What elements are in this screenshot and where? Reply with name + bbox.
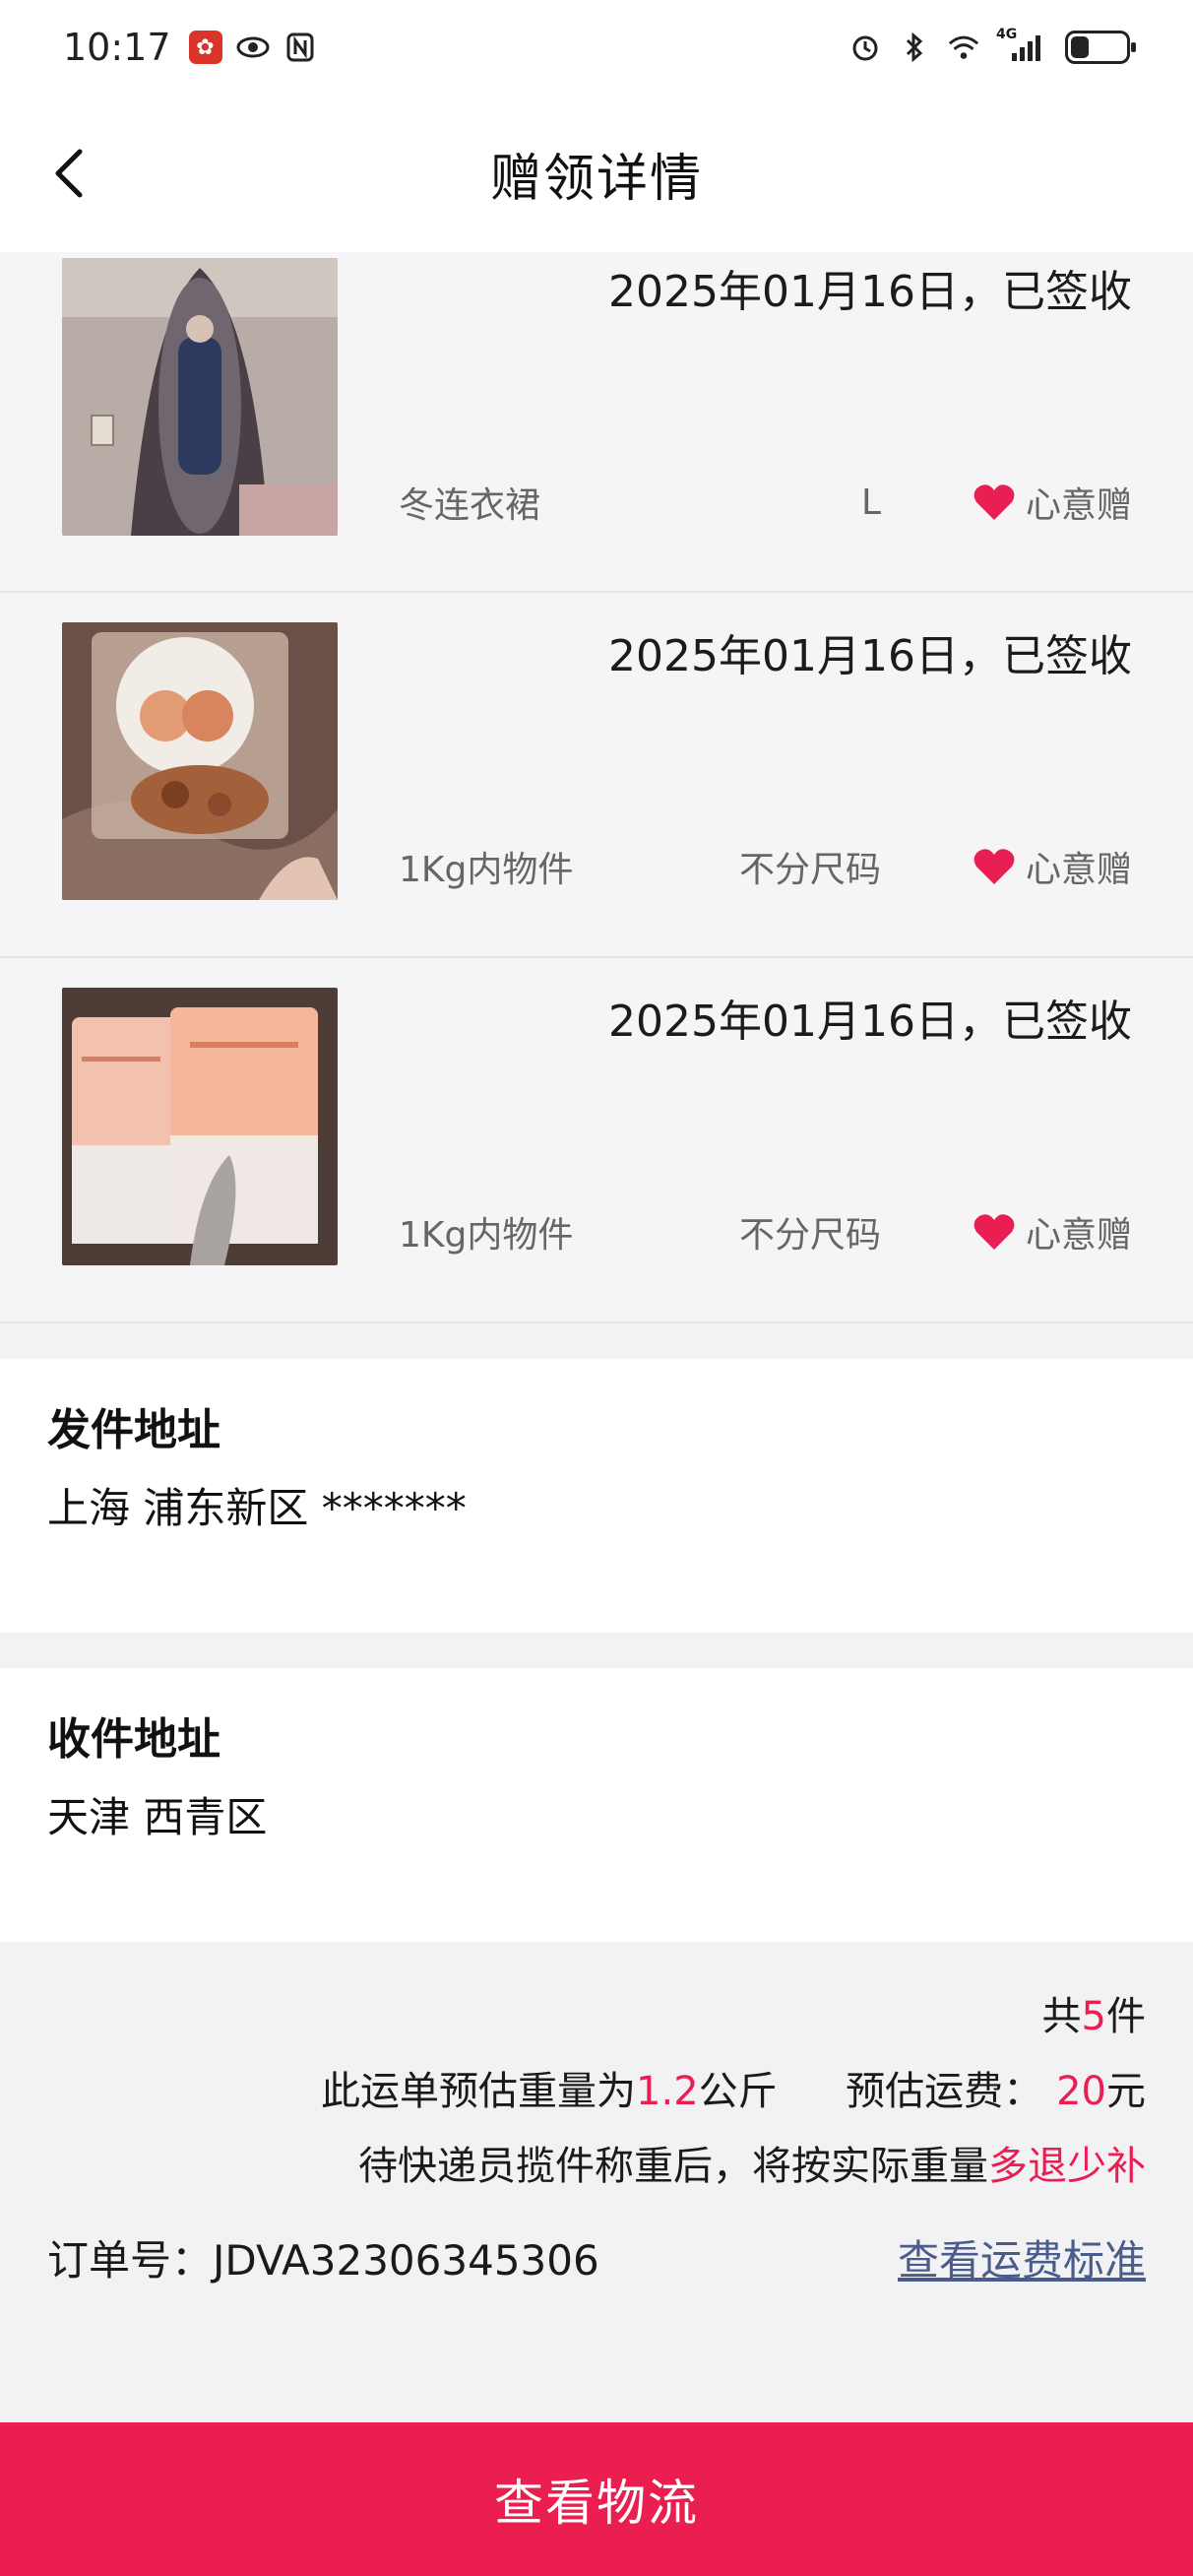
sender-address-card: 发件地址 上海 浦东新区 ******* bbox=[0, 1359, 1193, 1633]
item-info-row: 冬连衣裙 L 心意赠 bbox=[399, 477, 1132, 528]
signal-icon: 4G bbox=[996, 27, 1049, 64]
receiver-address-text: 天津 西青区 bbox=[47, 1793, 268, 1841]
weight-fee-line: 此运单预估重量为1.2公斤 预估运费： 20元 bbox=[47, 2054, 1146, 2129]
count-suffix: 件 bbox=[1106, 1994, 1146, 2039]
heart-icon bbox=[973, 484, 1015, 520]
status-bar: 10:17 ✿ 4G bbox=[0, 0, 1193, 95]
app-notification-icon: ✿ bbox=[188, 31, 222, 64]
order-row: 订单号：JDVA32306345306 查看运费标准 bbox=[47, 2208, 1146, 2306]
item-name: 1Kg内物件 bbox=[399, 1215, 574, 1256]
gift-tag: 心意赠 bbox=[973, 477, 1132, 528]
battery-icon bbox=[1065, 31, 1136, 64]
item-count-line: 共5件 bbox=[47, 1979, 1146, 2054]
eye-icon bbox=[236, 31, 270, 64]
item-photo[interactable] bbox=[62, 258, 338, 536]
gift-item-list: 2025年01月16日，已签收 冬连衣裙 L 心意赠 2025年01月16日，已… bbox=[0, 252, 1193, 1323]
alarm-icon bbox=[848, 31, 882, 64]
gift-tag-label: 心意赠 bbox=[1025, 485, 1132, 526]
item-photo[interactable] bbox=[62, 988, 338, 1265]
item-date-status: 2025年01月16日，已签收 bbox=[608, 267, 1132, 317]
fee-standard-link[interactable]: 查看运费标准 bbox=[898, 2227, 1146, 2287]
item-name: 1Kg内物件 bbox=[399, 850, 574, 890]
count-prefix: 共 bbox=[1041, 1994, 1082, 2039]
item-size: 不分尺码 bbox=[738, 1215, 881, 1256]
item-size: L bbox=[860, 482, 881, 523]
fee-value: 20 bbox=[1056, 2069, 1106, 2114]
item-info-row: 1Kg内物件 不分尺码 心意赠 bbox=[399, 841, 1132, 892]
count-value: 5 bbox=[1081, 1994, 1106, 2039]
network-type: 4G bbox=[996, 27, 1018, 42]
back-button[interactable] bbox=[39, 144, 98, 203]
notice-text: 待快递员揽件称重后，将按实际重量 bbox=[358, 2144, 988, 2189]
fee-unit: 元 bbox=[1106, 2069, 1146, 2114]
status-left-icons: ✿ bbox=[188, 31, 317, 64]
notice-accent: 多退少补 bbox=[988, 2144, 1146, 2189]
gift-item[interactable]: 2025年01月16日，已签收 1Kg内物件 不分尺码 心意赠 bbox=[0, 958, 1193, 1323]
nfc-icon bbox=[283, 31, 317, 64]
item-name: 冬连衣裙 bbox=[399, 485, 541, 526]
sender-address-title: 发件地址 bbox=[47, 1405, 220, 1455]
item-date-status: 2025年01月16日，已签收 bbox=[608, 631, 1132, 681]
item-size: 不分尺码 bbox=[738, 850, 881, 890]
weight-prefix: 此运单预估重量为 bbox=[321, 2069, 637, 2114]
item-photo[interactable] bbox=[62, 622, 338, 900]
sender-address-text: 上海 浦东新区 ******* bbox=[47, 1484, 467, 1532]
gift-tag: 心意赠 bbox=[973, 1206, 1132, 1257]
status-time: 10:17 bbox=[63, 26, 171, 69]
shipment-summary: 共5件 此运单预估重量为1.2公斤 预估运费： 20元 待快递员揽件称重后，将按实… bbox=[0, 1979, 1193, 2306]
receiver-address-card: 收件地址 天津 西青区 bbox=[0, 1668, 1193, 1942]
gift-item[interactable]: 2025年01月16日，已签收 冬连衣裙 L 心意赠 bbox=[0, 252, 1193, 593]
gift-item[interactable]: 2025年01月16日，已签收 1Kg内物件 不分尺码 心意赠 bbox=[0, 593, 1193, 958]
item-date-status: 2025年01月16日，已签收 bbox=[608, 997, 1132, 1047]
bluetooth-icon bbox=[898, 31, 931, 64]
weight-notice-line: 待快递员揽件称重后，将按实际重量多退少补 bbox=[47, 2129, 1146, 2204]
view-logistics-button[interactable]: 查看物流 bbox=[0, 2422, 1193, 2576]
wifi-icon bbox=[947, 31, 980, 64]
order-number: 订单号：JDVA32306345306 bbox=[47, 2235, 599, 2285]
fee-label: 预估运费： bbox=[846, 2069, 1043, 2114]
item-info-row: 1Kg内物件 不分尺码 心意赠 bbox=[399, 1206, 1132, 1257]
chevron-left-icon bbox=[55, 149, 83, 198]
nav-header: 赠领详情 bbox=[0, 95, 1193, 252]
gift-tag-label: 心意赠 bbox=[1025, 1215, 1132, 1256]
heart-icon bbox=[973, 849, 1015, 884]
status-right-icons: 4G bbox=[848, 27, 1136, 64]
page-title: 赠领详情 bbox=[489, 149, 703, 209]
weight-unit: 公斤 bbox=[698, 2069, 778, 2114]
receiver-address-title: 收件地址 bbox=[47, 1714, 220, 1765]
weight-value: 1.2 bbox=[636, 2069, 699, 2114]
heart-icon bbox=[973, 1214, 1015, 1250]
gift-tag: 心意赠 bbox=[973, 841, 1132, 892]
gift-tag-label: 心意赠 bbox=[1025, 850, 1132, 890]
battery-level bbox=[1071, 36, 1089, 58]
